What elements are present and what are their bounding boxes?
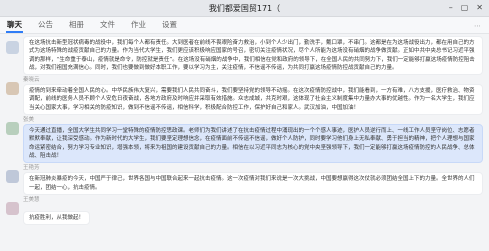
message-bubble[interactable]: 在这场抗击新型冠状病毒的战役中，我们每个人都有责任。大到医者在前线不畏艰险奋力救… <box>23 36 483 76</box>
message-item: 张美 今天通过直播，全国大学生共同学习一堂特殊的疫情防控思政课。老师们为我们讲述… <box>6 117 483 164</box>
tab-bar: 聊天 公告 相册 文件 作业 设置 ⋯ <box>0 17 489 34</box>
message-bubble[interactable]: 疫情的到来牵动着全国人民的心。中华民族伟大复兴，需要我们人民共同奋斗，我们要坚持… <box>23 84 483 116</box>
sender-name: 张美 <box>23 117 35 124</box>
tab-announcements[interactable]: 公告 <box>37 19 54 33</box>
window-controls: – ▢ ✕ <box>449 3 483 13</box>
more-icon[interactable]: ⋯ <box>474 22 481 30</box>
avatar[interactable] <box>6 170 19 184</box>
message-bubble[interactable]: 今天通过直播，全国大学生共同学习一堂特殊的疫情防控思政课。老师们为我们讲述了在抗… <box>23 124 483 164</box>
chat-message-list[interactable]: 在这场抗击新型冠状病毒的战役中，我们每个人都有责任。大到医者在前线不畏艰险奋力救… <box>0 34 489 226</box>
title-bar: 我们都爱国贸171（ – ▢ ✕ <box>0 0 489 17</box>
close-icon[interactable]: ✕ <box>476 3 483 13</box>
tab-extra-controls: ⋯ <box>474 22 481 33</box>
message-item: 王美慧 抗疫胜利，从我做起！ <box>6 196 483 226</box>
avatar[interactable] <box>6 201 19 215</box>
message-item: 秦晓云 疫情的到来牵动着全国人民的心。中华民族伟大复兴，需要我们人民共同奋斗，我… <box>6 77 483 116</box>
message-bubble[interactable]: 抗疫胜利，从我做起！ <box>23 210 91 226</box>
avatar[interactable] <box>6 41 19 54</box>
tab-homework[interactable]: 作业 <box>130 19 147 33</box>
maximize-icon[interactable]: ▢ <box>461 3 469 13</box>
tab-album[interactable]: 相册 <box>68 19 85 33</box>
sender-name: 秦晓云 <box>23 77 40 84</box>
avatar[interactable] <box>6 122 19 136</box>
sender-name: 王艳芳 <box>23 165 40 172</box>
window-title: 我们都爱国贸171（ <box>208 3 281 13</box>
avatar[interactable] <box>6 82 19 96</box>
tab-chat[interactable]: 聊天 <box>6 19 23 33</box>
tab-files[interactable]: 文件 <box>99 19 116 33</box>
message-bubble[interactable]: 在新冠肺炎暴疫的今天，中国严于律己，世界各国与中国联合起来一起抗击疫情。这一次疫… <box>23 172 483 195</box>
sender-name: 王美慧 <box>23 196 40 203</box>
minimize-icon[interactable]: – <box>449 3 453 13</box>
tab-settings[interactable]: 设置 <box>161 19 178 33</box>
message-item: 在这场抗击新型冠状病毒的战役中，我们每个人都有责任。大到医者在前线不畏艰险奋力救… <box>6 36 483 76</box>
message-item: 王艳芳 在新冠肺炎暴疫的今天，中国严于律己，世界各国与中国联合起来一起抗击疫情。… <box>6 165 483 195</box>
